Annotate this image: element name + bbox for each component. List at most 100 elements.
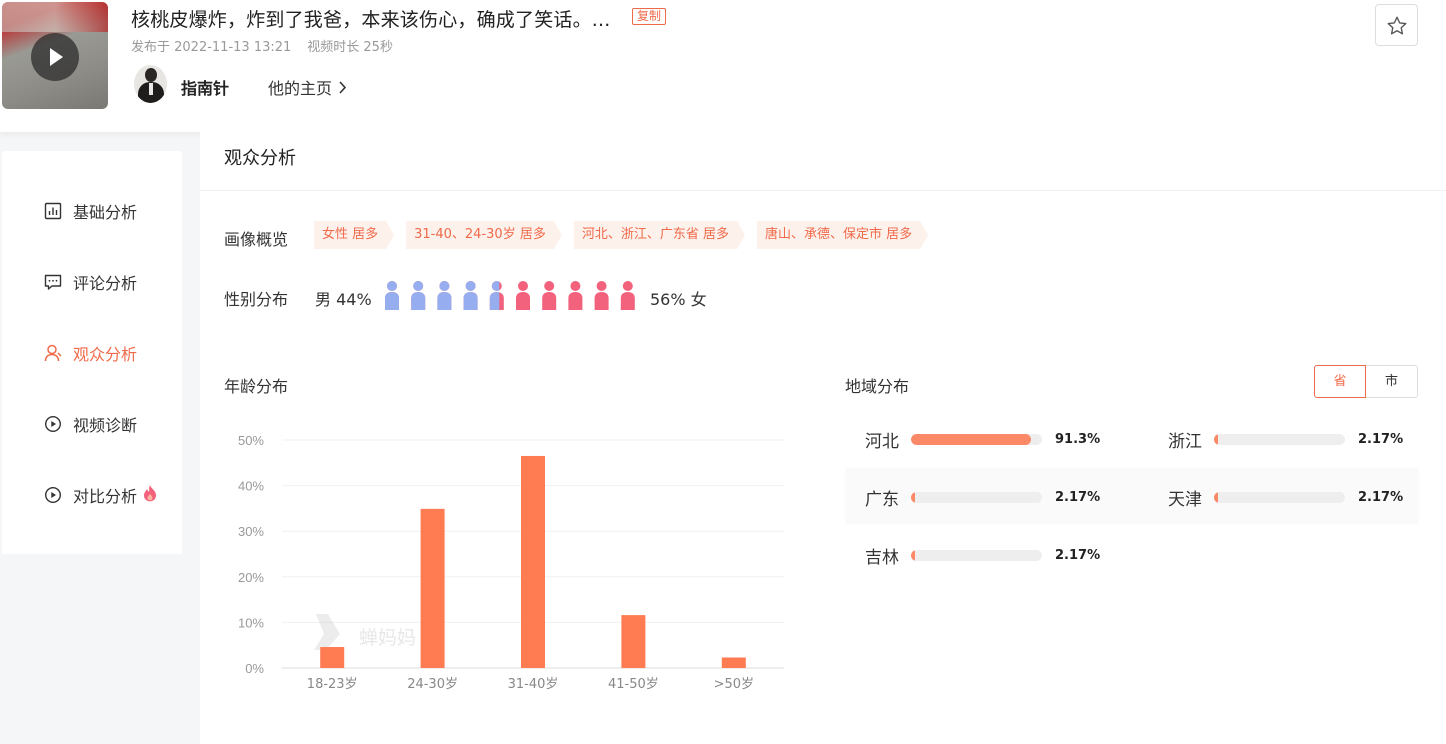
person-icon — [620, 281, 635, 310]
age-bar — [420, 508, 445, 668]
region-bar — [911, 433, 1042, 445]
x-tick-label: 24-30岁 — [407, 677, 458, 692]
toggle-province[interactable]: 省 — [1314, 365, 1366, 398]
sidebar-item-compare[interactable]: 对比分析 — [44, 483, 157, 507]
sidebar-item-label: 对比分析 — [73, 487, 138, 506]
person-icon — [542, 281, 557, 310]
person-icon — [437, 281, 452, 310]
x-tick-label: 18-23岁 — [307, 677, 358, 692]
video-title: 核桃皮爆炸，炸到了我爸，本来该伤心，确成了笑话。... — [131, 9, 611, 31]
sidebar-item-audience[interactable]: 观众分析 — [44, 341, 137, 365]
region-item: 河北 91.3% — [865, 427, 1101, 452]
region-item: 天津 2.17% — [1168, 485, 1404, 510]
age-bar — [721, 657, 746, 668]
gender-label: 性别分布 — [224, 290, 289, 309]
region-bar — [1214, 491, 1345, 503]
x-tick-label: 41-50岁 — [608, 677, 659, 692]
analysis-sidebar: 基础分析 评论分析 观众分析 视频诊断 对比分析 — [2, 151, 182, 554]
flame-icon — [143, 484, 157, 506]
toggle-city[interactable]: 市 — [1366, 365, 1418, 398]
sidebar-item-label: 观众分析 — [73, 345, 138, 364]
x-tick-label: 31-40岁 — [508, 677, 559, 692]
region-bar-fill — [1214, 491, 1218, 503]
region-percent: 2.17% — [1055, 489, 1101, 505]
author-avatar[interactable] — [134, 65, 167, 103]
region-bar-fill — [1214, 433, 1218, 445]
play-circle-icon — [44, 415, 62, 433]
person-icon — [385, 281, 399, 310]
region-bar-fill — [911, 433, 1031, 445]
male-percent: 男 44% — [315, 290, 372, 309]
age-bar — [621, 615, 646, 668]
region-bar — [1214, 433, 1345, 445]
age-bar — [320, 647, 345, 668]
profile-tag: 唐山、承德、保定市 居多 — [757, 221, 928, 249]
user-icon — [44, 344, 62, 362]
y-tick-label: 0% — [245, 661, 264, 676]
chevron-right-icon — [338, 79, 347, 98]
sidebar-item-basic[interactable]: 基础分析 — [44, 199, 137, 223]
author-home-link[interactable]: 他的主页 — [268, 75, 347, 99]
region-percent: 2.17% — [1358, 431, 1404, 447]
thumbnail-scene — [2, 2, 108, 32]
svg-text:蝉妈妈: 蝉妈妈 — [359, 627, 416, 649]
video-meta: 发布于 2022-11-13 13:21 视频时长 25秒 — [131, 36, 393, 55]
sidebar-item-label: 评论分析 — [73, 274, 138, 293]
profile-tag: 31-40、24-30岁 居多 — [406, 221, 562, 249]
comment-icon — [44, 273, 62, 291]
author-name[interactable]: 指南针 — [181, 75, 229, 99]
watermark: 蝉妈妈 — [314, 614, 416, 650]
y-tick-label: 40% — [238, 479, 264, 494]
publish-time: 发布于 2022-11-13 13:21 — [131, 40, 292, 55]
play-circle-icon — [44, 486, 62, 504]
region-percent: 2.17% — [1358, 489, 1404, 505]
profile-label: 画像概览 — [224, 230, 289, 249]
star-icon — [1387, 16, 1407, 35]
region-percent: 2.17% — [1055, 547, 1101, 563]
copy-button[interactable]: 复制 — [632, 8, 667, 25]
y-tick-label: 50% — [238, 433, 264, 448]
profile-tag: 女性 居多 — [314, 221, 394, 249]
y-tick-label: 20% — [238, 570, 264, 585]
bar-chart-icon — [44, 202, 62, 220]
region-name: 浙江 — [1168, 431, 1202, 452]
age-bar-chart: 0% 10% 20% 30% 40% 50% 蝉妈妈 18-23岁 24-30岁 31-40岁 41… — [238, 433, 784, 692]
person-icon — [594, 281, 609, 310]
person-icon — [489, 281, 504, 310]
sidebar-item-label: 视频诊断 — [73, 416, 138, 435]
audience-panel: 观众分析 画像概览 女性 居多 31-40、24-30岁 居多 河北、浙江、广东… — [200, 132, 1446, 744]
age-bar — [521, 455, 545, 668]
divider — [200, 190, 1446, 191]
region-item: 广东 2.17% — [865, 485, 1101, 510]
age-title: 年龄分布 — [224, 377, 289, 396]
person-icon — [411, 281, 426, 310]
region-item: 浙江 2.17% — [1168, 427, 1404, 452]
x-tick-label: >50岁 — [714, 677, 754, 692]
play-icon[interactable] — [31, 33, 79, 81]
region-bar-fill — [911, 491, 915, 503]
region-name: 吉林 — [865, 547, 899, 568]
region-name: 天津 — [1168, 489, 1202, 510]
sidebar-item-label: 基础分析 — [73, 203, 138, 222]
person-icon — [516, 281, 530, 310]
video-duration: 视频时长 25秒 — [307, 40, 393, 55]
home-link-label: 他的主页 — [268, 79, 333, 98]
region-name: 河北 — [865, 431, 899, 452]
section-title: 观众分析 — [224, 148, 296, 169]
y-tick-label: 10% — [238, 615, 264, 630]
video-header: 核桃皮爆炸，炸到了我爸，本来该伤心，确成了笑话。... 复制 发布于 2022-… — [0, 0, 1446, 132]
y-tick-label: 30% — [238, 524, 264, 539]
favorite-button[interactable] — [1375, 4, 1418, 46]
person-icon — [463, 281, 478, 310]
region-item: 吉林 2.17% — [865, 543, 1101, 568]
video-thumbnail[interactable] — [2, 2, 108, 109]
region-toggle: 省 市 — [1314, 365, 1418, 398]
region-percent: 91.3% — [1055, 431, 1101, 447]
profile-tag: 河北、浙江、广东省 居多 — [574, 221, 745, 249]
profile-tags: 女性 居多 31-40、24-30岁 居多 河北、浙江、广东省 居多 唐山、承德… — [314, 221, 940, 249]
region-title: 地域分布 — [845, 377, 910, 396]
region-bar-fill — [911, 549, 915, 561]
female-percent: 56% 女 — [650, 290, 707, 309]
sidebar-item-comment[interactable]: 评论分析 — [44, 270, 137, 294]
sidebar-item-diagnosis[interactable]: 视频诊断 — [44, 412, 137, 436]
